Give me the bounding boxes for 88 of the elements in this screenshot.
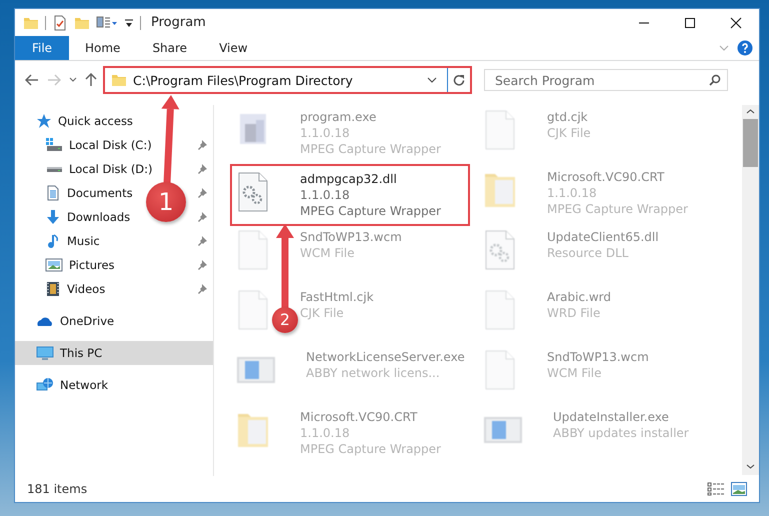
search-box[interactable]: Search Program [484, 69, 728, 91]
sidebar-item[interactable]: Documents [15, 181, 133, 205]
sidebar-label: Music [67, 234, 100, 248]
sidebar-label: Documents [67, 186, 133, 200]
sidebar-label: Local Disk (D:) [69, 162, 153, 176]
sidebar-item[interactable]: OneDrive [15, 309, 114, 333]
network-icon [36, 377, 54, 393]
file-item[interactable]: admpgcap32.dll 1.1.0.18 MPEG Capture Wrapper [230, 164, 470, 226]
file-detail: MPEG Capture Wrapper [300, 204, 441, 218]
file-detail: CJK File [547, 126, 591, 140]
sidebar-item[interactable]: Local Disk (D:) [15, 157, 153, 181]
blank-file-icon [483, 110, 517, 150]
file-detail: MPEG Capture Wrapper [300, 142, 441, 156]
file-detail: 1.1.0.18 [547, 186, 598, 200]
pin-icon[interactable] [197, 260, 207, 270]
sidebar-item[interactable]: Downloads [15, 205, 130, 229]
address-bar[interactable]: C:\Program Files\Program Directory [103, 66, 472, 94]
file-detail: 1.1.0.18 [300, 426, 351, 440]
pin-icon[interactable] [197, 164, 207, 174]
sidebar-item[interactable]: Music [15, 229, 100, 253]
folder-icon [111, 72, 127, 88]
pin-icon[interactable] [197, 188, 207, 198]
blank-file-icon [236, 290, 270, 330]
sidebar-item[interactable]: Videos [15, 277, 106, 301]
close-icon[interactable] [730, 16, 742, 28]
file-detail: WCM File [300, 246, 356, 260]
file-detail: WRD File [547, 306, 602, 320]
details-view-icon[interactable] [707, 482, 725, 496]
sidebar-label: This PC [60, 346, 102, 360]
sidebar-label: Videos [67, 282, 106, 296]
sidebar-item[interactable]: Local Disk (C:) [15, 133, 152, 157]
sidebar-label: Pictures [69, 258, 115, 272]
star-icon [36, 113, 52, 129]
sidebar-item[interactable]: Network [15, 373, 108, 397]
sidebar-label: Network [60, 378, 108, 392]
gears-file-icon [236, 172, 270, 212]
file-detail: ABBY network licens... [306, 366, 441, 380]
view-options-icon[interactable] [96, 14, 118, 30]
file-name[interactable]: admpgcap32.dll [300, 172, 441, 186]
file-detail: CJK File [300, 306, 345, 320]
large-icons-view-icon[interactable] [731, 482, 747, 496]
window-title: Program [151, 15, 206, 30]
blank-file-icon [483, 350, 517, 390]
sidebar-item[interactable]: Pictures [15, 253, 115, 277]
documents-icon [45, 185, 61, 201]
sidebar-label: OneDrive [60, 314, 114, 328]
sidebar-item[interactable]: Quick access [15, 109, 133, 133]
ribbon-tab[interactable]: File [15, 36, 69, 60]
back-button[interactable] [25, 74, 39, 86]
properties-icon[interactable] [52, 14, 68, 30]
file-detail: Resource DLL [547, 246, 630, 260]
file-detail: MPEG Capture Wrapper [547, 202, 688, 216]
customize-caret-icon[interactable] [124, 18, 134, 28]
file-detail: MPEG Capture Wrapper [300, 442, 441, 456]
file-detail: WCM File [547, 366, 602, 380]
file-detail: ABBY updates installer [553, 426, 689, 440]
file-detail: 1.1.0.18 [300, 126, 351, 140]
sidebar-label: Quick access [58, 114, 133, 128]
videos-icon [45, 281, 61, 297]
gears-file-icon [483, 230, 517, 270]
refresh-icon[interactable] [453, 74, 465, 86]
pin-icon[interactable] [197, 212, 207, 222]
sidebar-label: Local Disk (C:) [69, 138, 152, 152]
pictures-icon [45, 257, 63, 273]
pin-icon[interactable] [197, 140, 207, 150]
item-count: 181 items [27, 482, 88, 496]
music-icon [45, 233, 61, 249]
expand-ribbon-icon[interactable] [719, 44, 729, 52]
blank-file-icon [236, 230, 270, 270]
pc-icon [36, 345, 54, 361]
file-detail: 1.1.0.18 [300, 188, 351, 202]
downloads-icon [45, 209, 61, 225]
search-field[interactable]: Search Program [493, 72, 709, 88]
ribbon-tab[interactable]: Share [136, 36, 204, 60]
ribbon-tab[interactable]: Home [69, 36, 136, 60]
address-path: C:\Program Files\Program Directory [133, 72, 354, 88]
help-icon[interactable] [737, 40, 753, 56]
pin-icon[interactable] [197, 284, 207, 294]
search-icon[interactable] [709, 74, 721, 86]
drive-win-icon [45, 137, 63, 153]
ribbon-tab[interactable]: View [203, 36, 264, 60]
sidebar-item[interactable]: This PC [15, 341, 213, 365]
pin-icon[interactable] [197, 236, 207, 246]
recent-locations-caret-icon[interactable] [69, 77, 77, 83]
sidebar-label: Downloads [67, 210, 130, 224]
maximize-icon[interactable] [684, 16, 696, 28]
up-button[interactable] [85, 73, 97, 87]
blank-file-icon [483, 290, 517, 330]
